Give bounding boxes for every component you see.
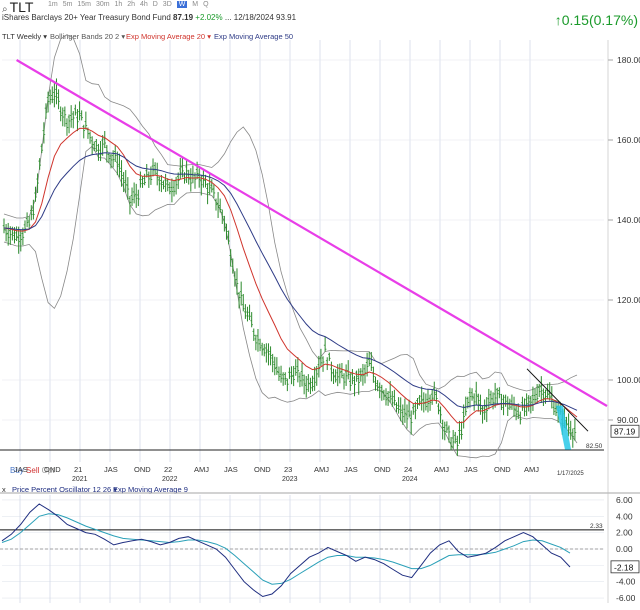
price-axis-tick-label: 90.00 [617, 415, 639, 425]
support-level-label: 82.50 [586, 443, 603, 450]
x-axis-tick-label: AMJ [194, 465, 209, 474]
x-axis-tick-label: AMJ [434, 465, 449, 474]
price-axis-tick-label: 180.00 [617, 55, 640, 65]
long-term-trendline [16, 59, 608, 407]
x-axis-year-label: 2021 [72, 476, 88, 483]
price-bars [2, 78, 577, 456]
oscillator-axis-tick-label: -6.00 [616, 593, 636, 603]
x-axis-tick-label: JAS [224, 465, 238, 474]
x-axis-year-label: 2024 [402, 476, 418, 483]
x-axis-tick-label: JAS [464, 465, 478, 474]
oscillator-axis-tick-label: 4.00 [616, 511, 633, 521]
price-axis-tick-label: 120.00 [617, 295, 640, 305]
x-axis-tick-label: 23 [284, 465, 292, 474]
x-axis-tick-label: OND [374, 465, 391, 474]
future-date-label: 1/17/2025 [557, 471, 584, 477]
oscillator-reference-label: 2.33 [590, 523, 603, 530]
oscillator-axis-tick-label: 0.00 [616, 544, 633, 554]
x-axis-tick-label: OND [494, 465, 511, 474]
oscillator-axis-tick-label: -4.00 [616, 577, 636, 587]
chart-canvas[interactable]: 90.00 100.00 120.00 140.00 160.00 180.00 87.19… [0, 0, 640, 610]
x-axis-tick-label: JAS [344, 465, 358, 474]
price-axis-tick-label: 160.00 [617, 135, 640, 145]
x-axis-year-label: 2023 [282, 476, 298, 483]
oscillator-axis-tick-label: 6.00 [616, 495, 633, 505]
x-axis-tick-label: 21 [74, 465, 82, 474]
ppo-line [1, 503, 571, 598]
ema20-line [3, 127, 578, 424]
x-axis-tick-label: 22 [164, 465, 172, 474]
x-axis-tick-label: OND [254, 465, 271, 474]
x-axis-year-label: 2022 [162, 476, 178, 483]
price-axis-tick-label: 100.00 [617, 375, 640, 385]
x-axis-tick-label: JAS [14, 465, 28, 474]
x-axis-tick-label: OND [44, 465, 61, 474]
price-axis-tick-label: 140.00 [617, 215, 640, 225]
ema50-line [3, 152, 578, 411]
x-axis-tick-label: JAS [104, 465, 118, 474]
x-axis-tick-label: OND [134, 465, 151, 474]
x-axis-tick-label: AMJ [314, 465, 329, 474]
oscillator-value-label: -2.18 [614, 562, 634, 572]
last-price-label: 87.19 [614, 427, 636, 437]
oscillator-axis-tick-label: 2.00 [616, 528, 633, 538]
x-axis-tick-label: 24 [404, 465, 412, 474]
x-axis-tick-label: AMJ [524, 465, 539, 474]
